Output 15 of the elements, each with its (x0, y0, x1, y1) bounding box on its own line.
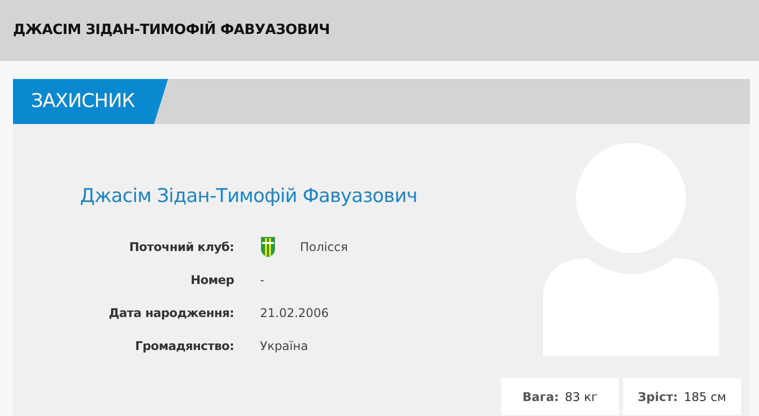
player-name: Джасім Зідан-Тимофій Фавуазович (80, 184, 418, 209)
field-label: Поточний клуб: (128, 239, 235, 256)
field-value: - (260, 272, 264, 289)
stat-value: 83 кг (564, 388, 598, 406)
field-label: Номер (190, 272, 235, 289)
field-value: Полісся (300, 239, 348, 256)
page-title: ДЖАСІМ ЗІДАН-ТИМОФІЙ ФАВУАЗОВИЧ (13, 20, 330, 40)
field-value: 21.02.2006 (260, 305, 329, 322)
field-label: Громадянство: (134, 338, 235, 355)
stat-label: Вага: (522, 388, 559, 406)
stat-value: 185 см (684, 388, 726, 406)
field-label: Дата народження: (108, 305, 235, 322)
field-value: Україна (260, 338, 308, 355)
club-crest-icon (260, 236, 276, 258)
stat-label: Зріст: (638, 388, 678, 406)
